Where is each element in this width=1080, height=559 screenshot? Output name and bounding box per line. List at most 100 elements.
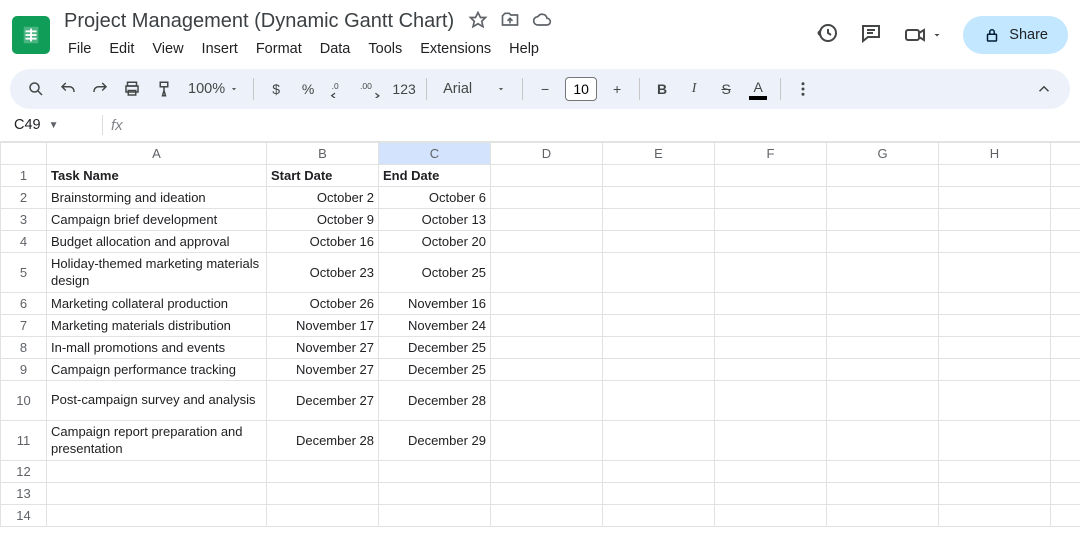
cell[interactable]: December 28 bbox=[267, 421, 379, 461]
cell[interactable]: November 27 bbox=[267, 337, 379, 359]
cell[interactable] bbox=[939, 483, 1051, 505]
cell[interactable] bbox=[1051, 505, 1080, 527]
cell[interactable] bbox=[939, 505, 1051, 527]
cell[interactable]: October 16 bbox=[267, 231, 379, 253]
cell[interactable]: End Date bbox=[379, 165, 491, 187]
cell[interactable] bbox=[939, 315, 1051, 337]
menu-edit[interactable]: Edit bbox=[101, 37, 142, 61]
cell[interactable] bbox=[715, 381, 827, 421]
more-formats[interactable]: 123 bbox=[390, 73, 418, 105]
cell[interactable] bbox=[1051, 165, 1080, 187]
cell[interactable] bbox=[827, 209, 939, 231]
cell[interactable] bbox=[603, 461, 715, 483]
menu-data[interactable]: Data bbox=[312, 37, 359, 61]
cell[interactable]: October 6 bbox=[379, 187, 491, 209]
cell[interactable]: November 16 bbox=[379, 293, 491, 315]
cell[interactable] bbox=[603, 381, 715, 421]
cell[interactable] bbox=[939, 209, 1051, 231]
cell[interactable] bbox=[1051, 381, 1080, 421]
row-header[interactable]: 2 bbox=[1, 187, 47, 209]
zoom-select[interactable]: 100% bbox=[182, 73, 245, 105]
cell[interactable] bbox=[827, 483, 939, 505]
cell[interactable] bbox=[715, 315, 827, 337]
cell[interactable]: October 23 bbox=[267, 253, 379, 293]
font-select[interactable]: Arial bbox=[435, 73, 514, 105]
format-currency[interactable]: $ bbox=[262, 73, 290, 105]
cell[interactable] bbox=[827, 461, 939, 483]
cell[interactable] bbox=[603, 315, 715, 337]
bold-button[interactable]: B bbox=[648, 73, 676, 105]
decrease-decimal[interactable]: .0 bbox=[326, 73, 354, 105]
row-header[interactable]: 6 bbox=[1, 293, 47, 315]
font-size-plus[interactable]: + bbox=[603, 73, 631, 105]
cell[interactable] bbox=[715, 231, 827, 253]
cell[interactable] bbox=[491, 209, 603, 231]
cell[interactable] bbox=[827, 315, 939, 337]
cell[interactable] bbox=[827, 337, 939, 359]
font-size-minus[interactable]: − bbox=[531, 73, 559, 105]
cell[interactable]: October 26 bbox=[267, 293, 379, 315]
cell[interactable] bbox=[491, 165, 603, 187]
cell[interactable] bbox=[491, 337, 603, 359]
cell[interactable] bbox=[1051, 337, 1080, 359]
menu-format[interactable]: Format bbox=[248, 37, 310, 61]
cell[interactable]: Post-campaign survey and analysis bbox=[47, 381, 267, 421]
increase-decimal[interactable]: .00 bbox=[358, 73, 386, 105]
cell[interactable] bbox=[491, 461, 603, 483]
cell[interactable] bbox=[939, 359, 1051, 381]
cell[interactable] bbox=[1051, 231, 1080, 253]
row-header[interactable]: 5 bbox=[1, 253, 47, 293]
cell[interactable]: Marketing collateral production bbox=[47, 293, 267, 315]
cell[interactable] bbox=[603, 253, 715, 293]
cell[interactable]: November 17 bbox=[267, 315, 379, 337]
cell[interactable] bbox=[267, 505, 379, 527]
cell[interactable] bbox=[603, 505, 715, 527]
print-button[interactable] bbox=[118, 73, 146, 105]
cell[interactable] bbox=[47, 505, 267, 527]
italic-button[interactable]: I bbox=[680, 73, 708, 105]
strikethrough-button[interactable]: S bbox=[712, 73, 740, 105]
history-icon[interactable] bbox=[815, 21, 839, 48]
cell[interactable] bbox=[715, 505, 827, 527]
move-icon[interactable] bbox=[500, 10, 520, 33]
cell[interactable] bbox=[939, 421, 1051, 461]
cell[interactable] bbox=[939, 293, 1051, 315]
menu-extensions[interactable]: Extensions bbox=[412, 37, 499, 61]
cell[interactable] bbox=[1051, 421, 1080, 461]
column-header-G[interactable]: G bbox=[827, 143, 939, 165]
cloud-status-icon[interactable] bbox=[532, 10, 552, 33]
cell[interactable]: Holiday-themed marketing materials desig… bbox=[47, 253, 267, 293]
row-header[interactable]: 8 bbox=[1, 337, 47, 359]
menu-view[interactable]: View bbox=[144, 37, 191, 61]
cell[interactable] bbox=[827, 421, 939, 461]
name-box[interactable]: C49 ▼ bbox=[14, 117, 94, 133]
row-header[interactable]: 13 bbox=[1, 483, 47, 505]
cell[interactable] bbox=[267, 483, 379, 505]
redo-button[interactable] bbox=[86, 73, 114, 105]
cell[interactable] bbox=[603, 187, 715, 209]
cell[interactable]: Start Date bbox=[267, 165, 379, 187]
cell[interactable] bbox=[491, 421, 603, 461]
text-color-button[interactable]: A bbox=[744, 73, 772, 105]
menu-help[interactable]: Help bbox=[501, 37, 547, 61]
cell[interactable]: October 20 bbox=[379, 231, 491, 253]
cell[interactable] bbox=[491, 483, 603, 505]
cell[interactable] bbox=[827, 165, 939, 187]
cell[interactable]: Task Name bbox=[47, 165, 267, 187]
cell[interactable] bbox=[827, 505, 939, 527]
paint-format-button[interactable] bbox=[150, 73, 178, 105]
column-header-H[interactable]: H bbox=[939, 143, 1051, 165]
cell[interactable] bbox=[491, 315, 603, 337]
format-percent[interactable]: % bbox=[294, 73, 322, 105]
star-icon[interactable] bbox=[468, 10, 488, 33]
cell[interactable] bbox=[715, 253, 827, 293]
cell[interactable] bbox=[603, 483, 715, 505]
cell[interactable] bbox=[47, 483, 267, 505]
cell[interactable] bbox=[827, 293, 939, 315]
more-tools-icon[interactable] bbox=[789, 73, 817, 105]
spreadsheet-grid[interactable]: ABCDEFGHI 1Task NameStart DateEnd Date2B… bbox=[0, 141, 1080, 559]
cell[interactable] bbox=[1051, 293, 1080, 315]
undo-button[interactable] bbox=[54, 73, 82, 105]
cell[interactable] bbox=[603, 165, 715, 187]
cell[interactable]: October 9 bbox=[267, 209, 379, 231]
